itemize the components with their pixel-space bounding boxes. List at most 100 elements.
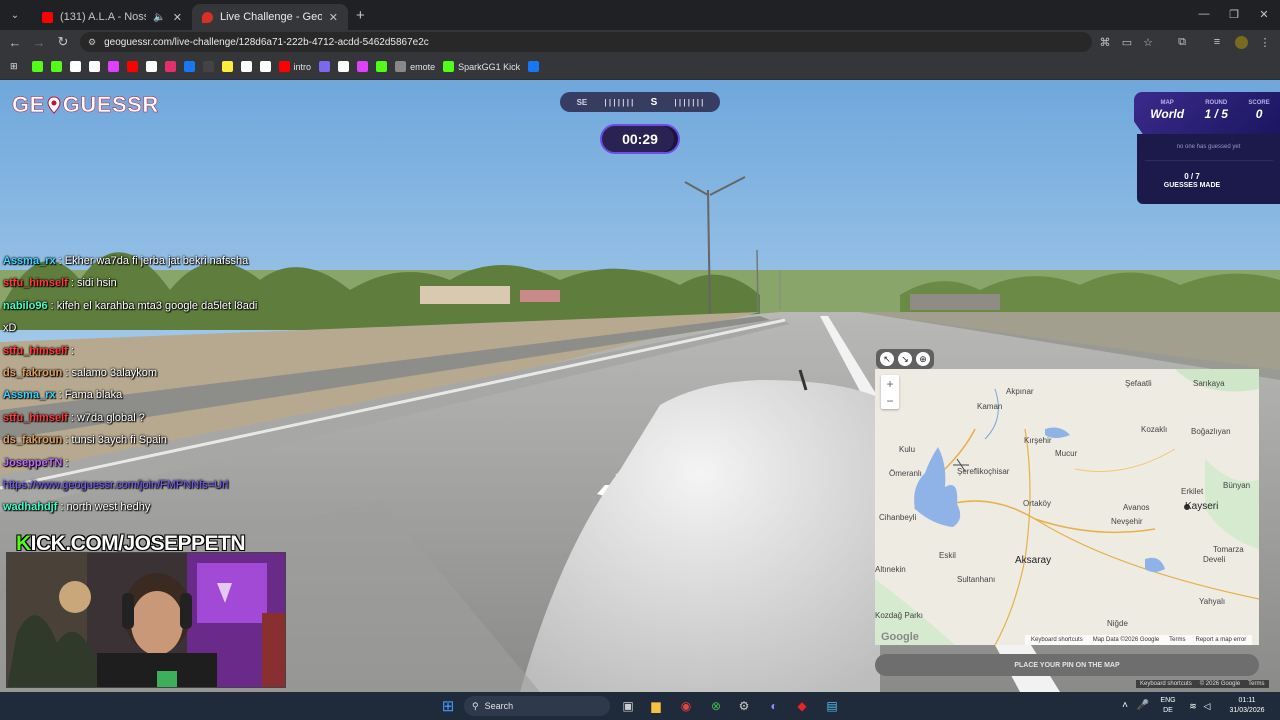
task-view-icon[interactable]: ▣ bbox=[618, 696, 638, 716]
chat-username: nabilo96 bbox=[3, 299, 48, 312]
geoguessr-logo[interactable]: GE GUESSR bbox=[12, 92, 159, 118]
volume-icon[interactable]: ◁ bbox=[1200, 692, 1214, 720]
chat-link[interactable]: https://www.geoguessr.com/join/FMPNNfs=U… bbox=[3, 479, 228, 491]
expand-map-icon[interactable]: ↖ bbox=[880, 352, 894, 366]
bookmark-item[interactable] bbox=[353, 57, 372, 77]
translate-icon[interactable]: ⌘ bbox=[1094, 30, 1116, 54]
settings-app-icon[interactable]: ⚙ bbox=[734, 696, 754, 716]
bookmark-item[interactable] bbox=[199, 57, 218, 77]
minimize-icon[interactable]: — bbox=[1188, 0, 1220, 28]
sv-footer-link[interactable]: © 2026 Google bbox=[1200, 681, 1240, 687]
guesses-panel: no one has guessed yet 0 / 7 GUESSES MAD… bbox=[1137, 134, 1280, 204]
map-footer-link[interactable]: Terms bbox=[1169, 637, 1185, 643]
guess-count: 0 / 7 bbox=[1184, 172, 1200, 181]
zoom-in-icon[interactable]: + bbox=[886, 377, 893, 391]
bookmark-item[interactable] bbox=[256, 57, 275, 77]
map-footer-link[interactable]: Map Data ©2026 Google bbox=[1093, 637, 1159, 643]
clock[interactable]: 01:11 31/03/2026 bbox=[1218, 692, 1276, 720]
apps-icon[interactable]: ⊞ bbox=[6, 57, 28, 77]
map-place-label: Cihanbeyli bbox=[879, 513, 917, 522]
tab-search-button[interactable]: ⌄ bbox=[2, 4, 28, 26]
bookmark-item[interactable]: emote bbox=[391, 57, 439, 77]
bookmark-favicon-icon bbox=[126, 61, 138, 72]
map-value: World bbox=[1150, 107, 1185, 121]
bookmark-item[interactable] bbox=[524, 57, 543, 77]
bookmark-item[interactable]: SparkGG1 Kick bbox=[439, 57, 524, 77]
bookmark-item[interactable] bbox=[237, 57, 256, 77]
xbox-icon[interactable]: ⊗ bbox=[706, 696, 726, 716]
bookmark-favicon-icon bbox=[395, 61, 407, 72]
zoom-out-icon[interactable]: − bbox=[886, 394, 893, 408]
tab-title: (131) A.L.A - Noss Elli (Offi bbox=[60, 11, 146, 23]
back-icon[interactable]: ← bbox=[3, 30, 27, 54]
map-place-label: Sultanhanı bbox=[957, 575, 996, 584]
address-bar[interactable]: ⚙ geoguessr.com/live-challenge/128d6a71-… bbox=[80, 32, 1092, 52]
tab-youtube[interactable]: (131) A.L.A - Noss Elli (Offi 🔈 ✕ bbox=[32, 4, 192, 30]
site-info-icon[interactable]: ⚙ bbox=[88, 37, 96, 48]
bookmark-item[interactable] bbox=[161, 57, 180, 77]
speaker-icon[interactable]: 🔈 bbox=[153, 12, 165, 23]
wifi-icon[interactable]: ≋ bbox=[1186, 692, 1200, 720]
google-logo: Google bbox=[881, 631, 919, 643]
notepad-icon[interactable]: ▤ bbox=[822, 696, 842, 716]
extensions-icon[interactable]: ⧉ bbox=[1171, 30, 1193, 54]
round-label: ROUND bbox=[1205, 100, 1228, 106]
tray-chevron-icon[interactable]: ˄ bbox=[1118, 692, 1132, 720]
bookmark-item[interactable] bbox=[66, 57, 85, 77]
sv-footer-link[interactable]: Keyboard shortcuts bbox=[1140, 681, 1192, 687]
guess-map[interactable]: + − Şefaatli Sarıkaya Akpınar Kaman Kozaklı B… bbox=[875, 369, 1259, 645]
chat-text: : w7da global ? bbox=[67, 411, 145, 424]
bookmark-item[interactable] bbox=[142, 57, 161, 77]
bookmark-item[interactable]: intro bbox=[275, 57, 316, 77]
map-footer-link[interactable]: Report a map error bbox=[1196, 637, 1247, 643]
bookmark-item[interactable] bbox=[85, 57, 104, 77]
pin-map-icon[interactable]: ⊕ bbox=[916, 352, 930, 366]
new-tab-button[interactable]: + bbox=[356, 7, 365, 24]
reload-icon[interactable]: ↻ bbox=[51, 30, 75, 54]
sv-footer-link[interactable]: Terms bbox=[1248, 681, 1264, 687]
mic-icon[interactable]: 🎤 bbox=[1136, 692, 1150, 720]
profile-avatar[interactable] bbox=[1230, 30, 1252, 54]
tab-geoguessr[interactable]: Live Challenge - GeoGuessr ✕ bbox=[192, 4, 348, 30]
bookmark-item[interactable] bbox=[47, 57, 66, 77]
bookmark-item[interactable] bbox=[334, 57, 353, 77]
red-app-icon[interactable]: ◆ bbox=[792, 696, 812, 716]
bookmark-item[interactable] bbox=[315, 57, 334, 77]
bookmark-favicon-icon bbox=[50, 61, 62, 72]
start-icon[interactable]: ⊞ bbox=[438, 696, 458, 716]
compass-tick: | | | | | | | bbox=[604, 97, 634, 107]
bookmark-item[interactable] bbox=[218, 57, 237, 77]
bookmark-item[interactable] bbox=[372, 57, 391, 77]
close-tab-icon[interactable]: ✕ bbox=[173, 11, 182, 24]
chrome-icon[interactable]: ◉ bbox=[676, 696, 696, 716]
bookmarks-bar: ⊞ intro emote SparkGG1 Kick bbox=[0, 54, 1280, 80]
menu-icon[interactable]: ⋮ bbox=[1254, 30, 1276, 54]
shrink-map-icon[interactable]: ↘ bbox=[898, 352, 912, 366]
bookmark-item[interactable] bbox=[180, 57, 199, 77]
taskbar-search[interactable]: ⚲ Search bbox=[464, 696, 610, 716]
map-place-label: Kozdağ Parkı bbox=[875, 611, 924, 620]
reading-list-icon[interactable]: ≡ bbox=[1206, 30, 1228, 54]
bookmark-item[interactable] bbox=[28, 57, 47, 77]
streamer-webcam bbox=[6, 552, 286, 688]
bookmark-favicon-icon bbox=[107, 61, 119, 72]
bookmark-item[interactable] bbox=[123, 57, 142, 77]
forward-icon[interactable]: → bbox=[27, 30, 51, 54]
tab-strip: ⌄ (131) A.L.A - Noss Elli (Offi 🔈 ✕ Live… bbox=[0, 0, 1280, 30]
bookmark-star-icon[interactable]: ☆ bbox=[1137, 30, 1159, 54]
map-footer-link[interactable]: Keyboard shortcuts bbox=[1031, 637, 1083, 643]
geoguessr-pin-icon bbox=[202, 11, 213, 23]
cast-icon[interactable]: ▭ bbox=[1116, 30, 1138, 54]
place-pin-button[interactable]: PLACE YOUR PIN ON THE MAP bbox=[875, 654, 1259, 676]
bookmark-favicon-icon bbox=[376, 61, 388, 72]
bookmark-favicon-icon bbox=[319, 61, 331, 72]
file-explorer-icon[interactable]: ▆ bbox=[646, 696, 666, 716]
bookmark-item[interactable] bbox=[104, 57, 123, 77]
close-tab-icon[interactable]: ✕ bbox=[329, 11, 338, 24]
restore-icon[interactable]: ❐ bbox=[1218, 0, 1250, 28]
language-indicator[interactable]: ENG DE bbox=[1156, 692, 1180, 720]
discord-icon[interactable]: ◐ bbox=[764, 696, 784, 716]
stream-chat-overlay: Assma_rx : Ekher wa7da fi jerba jat bekr… bbox=[3, 250, 273, 519]
search-icon: ⚲ bbox=[472, 700, 479, 711]
close-window-icon[interactable]: ✕ bbox=[1248, 0, 1280, 28]
